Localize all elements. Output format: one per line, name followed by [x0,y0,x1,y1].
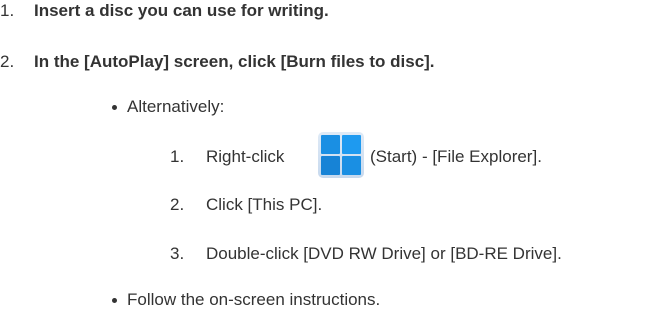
bullet-dot [112,298,117,303]
substep-1-text-before: Right-click [206,147,285,166]
substep-3-number: 3. [170,244,185,263]
substep-2-number: 2. [170,195,185,214]
substep-1-text-after: (Start) - [File Explorer]. [370,147,542,166]
substep-2-text: Click [This PC]. [206,195,323,214]
instructions-document: 1. Insert a disc you can use for writing… [0,0,649,318]
step-2-number: 2. [0,52,15,71]
bullet-follow-instructions-text: Follow the on-screen instructions. [127,290,381,309]
substep-1-number: 1. [170,147,185,166]
bullet-alternatively-text: Alternatively: [127,97,225,116]
windows-start-icon [318,132,364,178]
bullet-dot [112,105,117,110]
step-1-number: 1. [0,1,15,20]
step-1-text: Insert a disc you can use for writing. [34,1,329,20]
substep-3-text: Double-click [DVD RW Drive] or [BD-RE Dr… [206,244,562,263]
step-2-text: In the [AutoPlay] screen, click [Burn fi… [34,52,435,71]
windows-logo-icon [321,135,361,175]
